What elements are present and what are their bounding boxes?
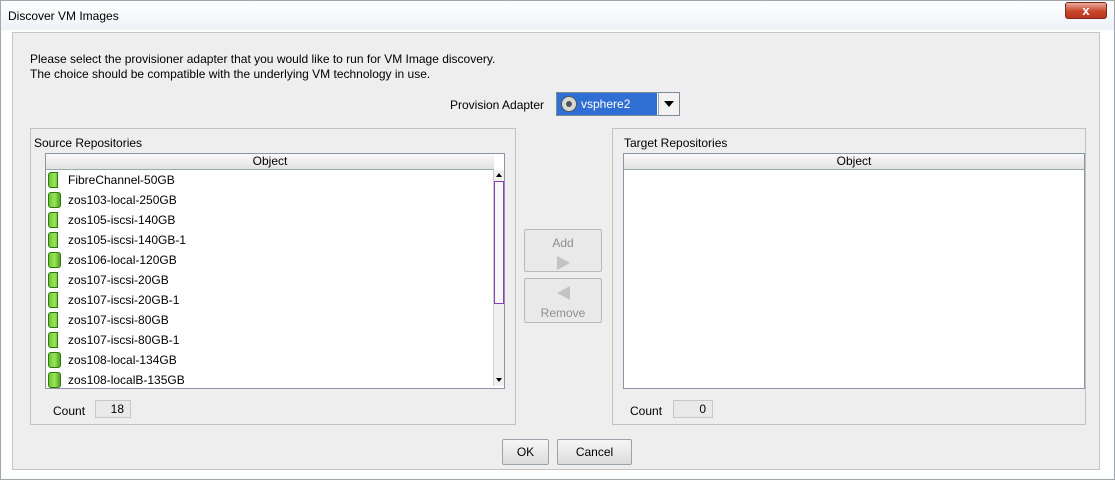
source-count-label: Count [53, 404, 86, 418]
list-item[interactable]: zos105-iscsi-140GB [48, 210, 488, 230]
target-column-header[interactable]: Object [624, 154, 1084, 170]
datastore-icon [48, 192, 61, 208]
intro-line-1: Please select the provisioner adapter th… [30, 52, 496, 66]
list-item[interactable]: zos105-iscsi-140GB-1 [48, 230, 488, 250]
list-item-label: zos107-iscsi-20GB-1 [68, 293, 180, 307]
list-item-label: zos105-iscsi-140GB [68, 213, 176, 227]
close-button[interactable]: x [1065, 2, 1107, 19]
shared-datastore-icon [48, 312, 62, 328]
arrow-right-icon [557, 256, 570, 270]
list-item-label: zos108-localB-135GB [68, 373, 185, 387]
list-item-label: zos107-iscsi-80GB [68, 313, 169, 327]
window-title: Discover VM Images [8, 9, 119, 23]
list-item-label: FibreChannel-50GB [68, 173, 175, 187]
scroll-up-icon[interactable] [494, 170, 504, 180]
scroll-down-icon[interactable] [494, 375, 504, 385]
adapter-selected-text: vsphere2 [581, 97, 631, 111]
list-item[interactable]: zos107-iscsi-20GB-1 [48, 290, 488, 310]
remove-label: Remove [540, 306, 586, 320]
source-repositories-table[interactable]: Object FibreChannel-50GB zos103-local-250… [45, 153, 505, 389]
title-bar: Discover VM Images x [0, 0, 1115, 30]
scrollbar-thumb[interactable] [494, 181, 504, 304]
shared-datastore-icon [48, 332, 62, 348]
list-item[interactable]: zos107-iscsi-80GB-1 [48, 330, 488, 350]
target-count-label: Count [630, 404, 663, 418]
ok-button[interactable]: OK [502, 439, 549, 465]
chevron-down-icon[interactable] [658, 93, 679, 115]
target-repositories-title: Target Repositories [624, 136, 728, 150]
provision-adapter-select[interactable]: vsphere2 [556, 92, 680, 116]
source-scrollbar[interactable] [493, 170, 504, 386]
target-repositories-table[interactable]: Object [623, 153, 1085, 389]
datastore-icon [48, 352, 61, 368]
source-repositories-title: Source Repositories [34, 136, 143, 150]
list-item[interactable]: FibreChannel-50GB [48, 170, 488, 190]
shared-datastore-icon [48, 212, 62, 228]
close-icon: x [1082, 3, 1090, 18]
shared-datastore-icon [48, 272, 62, 288]
shared-datastore-icon [48, 292, 62, 308]
cancel-button[interactable]: Cancel [557, 439, 632, 465]
arrow-left-icon [557, 286, 570, 300]
datastore-icon [48, 372, 61, 388]
gear-icon [561, 96, 577, 112]
list-item-label: zos103-local-250GB [68, 193, 177, 207]
shared-datastore-icon [48, 172, 62, 188]
adapter-selected-value[interactable]: vsphere2 [557, 93, 657, 115]
list-item-label: zos106-local-120GB [68, 253, 177, 267]
source-count-value: 18 [95, 400, 131, 418]
datastore-icon [48, 252, 61, 268]
shared-datastore-icon [48, 232, 62, 248]
list-item-label: zos107-iscsi-80GB-1 [68, 333, 180, 347]
list-item-label: zos107-iscsi-20GB [68, 273, 169, 287]
provision-adapter-label: Provision Adapter [450, 98, 545, 112]
list-item-label: zos108-local-134GB [68, 353, 177, 367]
list-item[interactable]: zos108-local-134GB [48, 350, 488, 370]
add-label: Add [552, 236, 574, 250]
intro-line-2: The choice should be compatible with the… [30, 67, 431, 81]
remove-button[interactable]: Remove [524, 278, 602, 323]
list-item[interactable]: zos107-iscsi-80GB [48, 310, 488, 330]
add-button[interactable]: Add [524, 229, 602, 272]
list-item[interactable]: zos107-iscsi-20GB [48, 270, 488, 290]
list-item[interactable]: zos103-local-250GB [48, 190, 488, 210]
list-item[interactable]: zos106-local-120GB [48, 250, 488, 270]
list-item-label: zos105-iscsi-140GB-1 [68, 233, 187, 247]
list-item[interactable]: zos108-localB-135GB [48, 370, 488, 388]
target-count-value: 0 [673, 400, 713, 418]
source-column-header[interactable]: Object [46, 154, 494, 170]
